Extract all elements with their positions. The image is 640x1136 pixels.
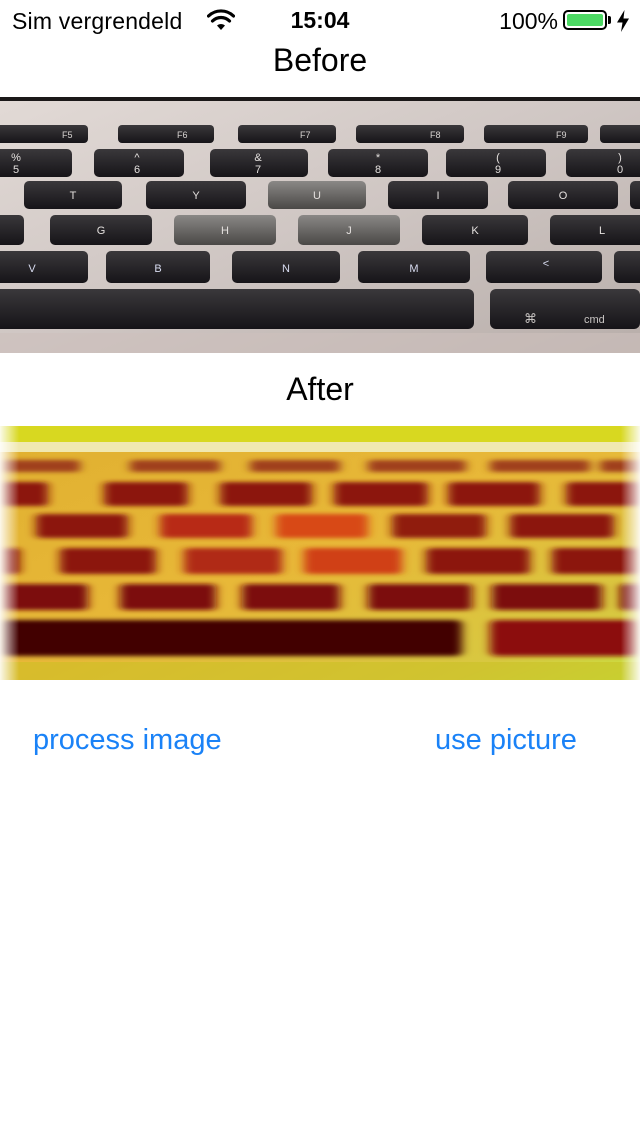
screen: Sim vergrendeld 15:04 100% Before F5 F6 … <box>0 0 640 1136</box>
process-image-button[interactable]: process image <box>33 724 222 757</box>
key-label: U <box>313 190 321 202</box>
processed-keyboard-photo <box>0 426 640 680</box>
before-image: F5 F6 F7 F8 F9 % ^ & * ( ) 5 6 7 8 9 0 T… <box>0 97 640 353</box>
key-label: & <box>254 152 262 164</box>
key-label: 6 <box>134 164 140 176</box>
key-label: K <box>471 225 479 237</box>
after-image <box>0 426 640 680</box>
battery-icon <box>563 10 607 30</box>
key-label: H <box>221 225 229 237</box>
key-label: F9 <box>556 130 567 140</box>
key-label: G <box>97 225 106 237</box>
cmd-key <box>490 289 640 329</box>
battery-fill <box>567 14 603 26</box>
key-label: F5 <box>62 130 73 140</box>
after-title: After <box>286 371 354 407</box>
key-label: ^ <box>134 152 140 164</box>
key-label: 7 <box>255 164 261 176</box>
key-label: 9 <box>495 164 501 176</box>
battery-tip <box>608 16 611 24</box>
key-label: ⌘ <box>524 312 537 327</box>
key-label: 5 <box>13 164 19 176</box>
key-label: M <box>409 263 418 275</box>
key-label: < <box>543 258 549 270</box>
key-label: F8 <box>430 130 441 140</box>
status-bar: Sim vergrendeld 15:04 100% <box>0 0 640 40</box>
before-title: Before <box>272 42 368 78</box>
keyboard-photo: F5 F6 F7 F8 F9 % ^ & * ( ) 5 6 7 8 9 0 T… <box>0 97 640 353</box>
key-label: N <box>282 263 290 275</box>
key-label: I <box>436 190 439 202</box>
key-label: % <box>11 152 21 164</box>
battery-percent: 100% <box>499 8 558 34</box>
key-label: J <box>346 225 352 237</box>
key-label: ( <box>496 152 500 164</box>
key-label: ) <box>618 152 622 164</box>
key-label: Y <box>192 190 200 202</box>
key-label: V <box>28 263 36 275</box>
key-label: O <box>559 190 568 202</box>
key-label: F6 <box>177 130 188 140</box>
charging-bolt-icon <box>617 10 629 32</box>
key-label: B <box>154 263 161 275</box>
key-label: 8 <box>375 164 381 176</box>
key-label: cmd <box>584 314 605 326</box>
use-picture-button[interactable]: use picture <box>435 724 577 757</box>
key-label: 0 <box>617 164 623 176</box>
space-bar-key <box>0 289 474 329</box>
key-label: L <box>599 225 605 237</box>
key-label: F7 <box>300 130 311 140</box>
key-label: T <box>70 190 77 202</box>
key-label: * <box>376 152 381 164</box>
